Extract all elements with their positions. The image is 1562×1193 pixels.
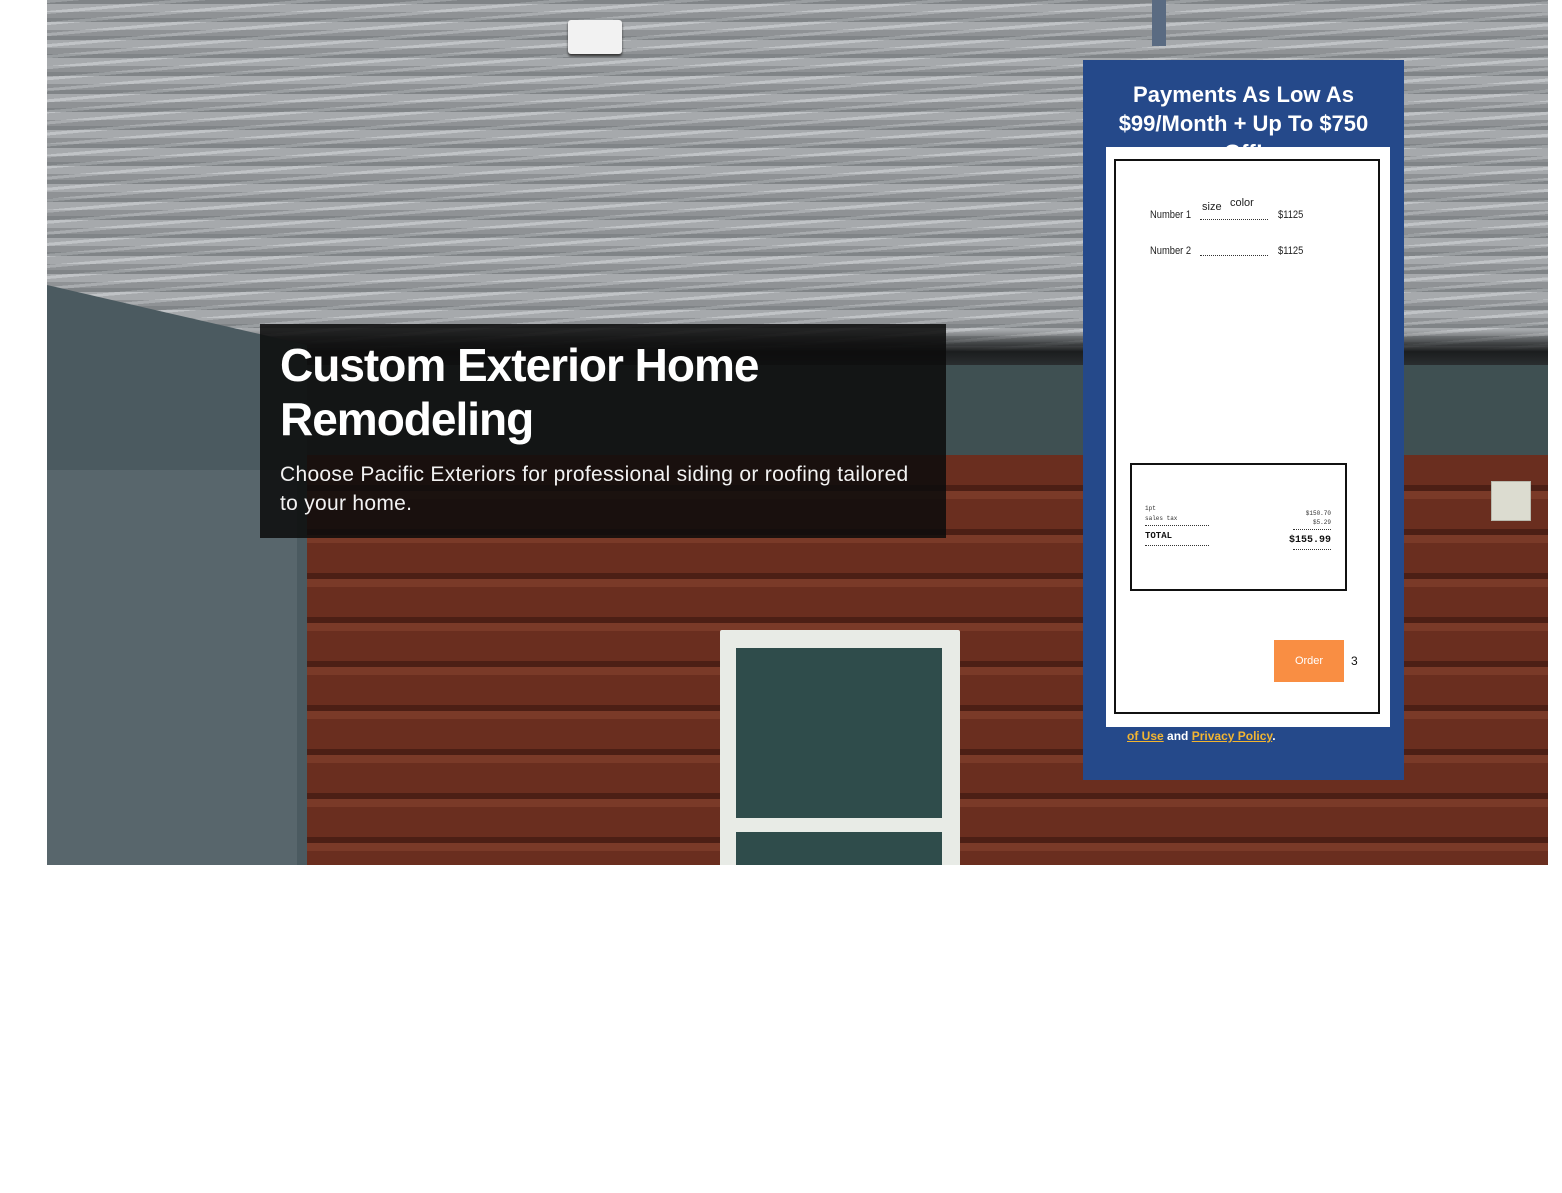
line-item-label: Number 2: [1150, 245, 1192, 257]
receipt-line1-label: 1pt: [1145, 505, 1156, 512]
window-pane-lower: [736, 832, 942, 865]
window-pane-upper: [736, 648, 942, 818]
hero-card: Custom Exterior Home Remodeling Choose P…: [260, 324, 946, 538]
hero-title: Custom Exterior Home Remodeling: [280, 339, 759, 445]
dotted-leader: [1200, 255, 1268, 256]
roof-pipe: [1152, 0, 1166, 46]
legal-text: of Use and Privacy Policy.: [1127, 729, 1276, 743]
wall-vent: [1491, 481, 1531, 521]
line-item-1[interactable]: size color Number 1 $1125: [1150, 197, 1350, 223]
line-item-amount: $1125: [1278, 209, 1304, 221]
receipt-total-label: TOTAL: [1145, 531, 1173, 541]
receipt-line2-amount: $5.29: [1312, 519, 1331, 526]
hero-subtitle: Choose Pacific Exteriors for professiona…: [280, 463, 909, 515]
line-item-label: Number 1: [1150, 209, 1192, 221]
quote-form: size color Number 1 $1125 Number 2 $1125…: [1114, 159, 1380, 714]
dotted-leader: [1200, 219, 1268, 220]
roof-vent: [568, 20, 622, 54]
privacy-policy-link[interactable]: Privacy Policy: [1192, 729, 1273, 743]
order-button[interactable]: Order: [1274, 640, 1344, 682]
order-count: 3: [1351, 654, 1358, 668]
receipt-divider: [1145, 545, 1209, 546]
house-window: [720, 630, 960, 865]
quote-form-frame: size color Number 1 $1125 Number 2 $1125…: [1106, 147, 1390, 727]
receipt-line1-amount: $150.70: [1305, 510, 1331, 517]
terms-of-use-link[interactable]: of Use: [1127, 729, 1164, 743]
receipt-line2-label: sales tax: [1145, 515, 1178, 522]
receipt-divider: [1293, 549, 1331, 550]
legal-suffix: .: [1272, 729, 1276, 743]
legal-connector: and: [1167, 729, 1189, 743]
receipt-total-amount: $155.99: [1288, 535, 1331, 546]
receipt-divider: [1145, 525, 1209, 526]
receipt-summary: 1pt sales tax $150.70 $5.29 TOTAL $155.9…: [1130, 463, 1347, 591]
size-tag: size: [1202, 201, 1222, 213]
receipt-divider: [1293, 529, 1331, 530]
color-tag: color: [1230, 197, 1254, 209]
line-item-2[interactable]: Number 2 $1125: [1150, 239, 1350, 259]
offer-panel: Payments As Low As $99/Month + Up To $75…: [1083, 60, 1404, 780]
line-item-amount: $1125: [1278, 245, 1304, 257]
